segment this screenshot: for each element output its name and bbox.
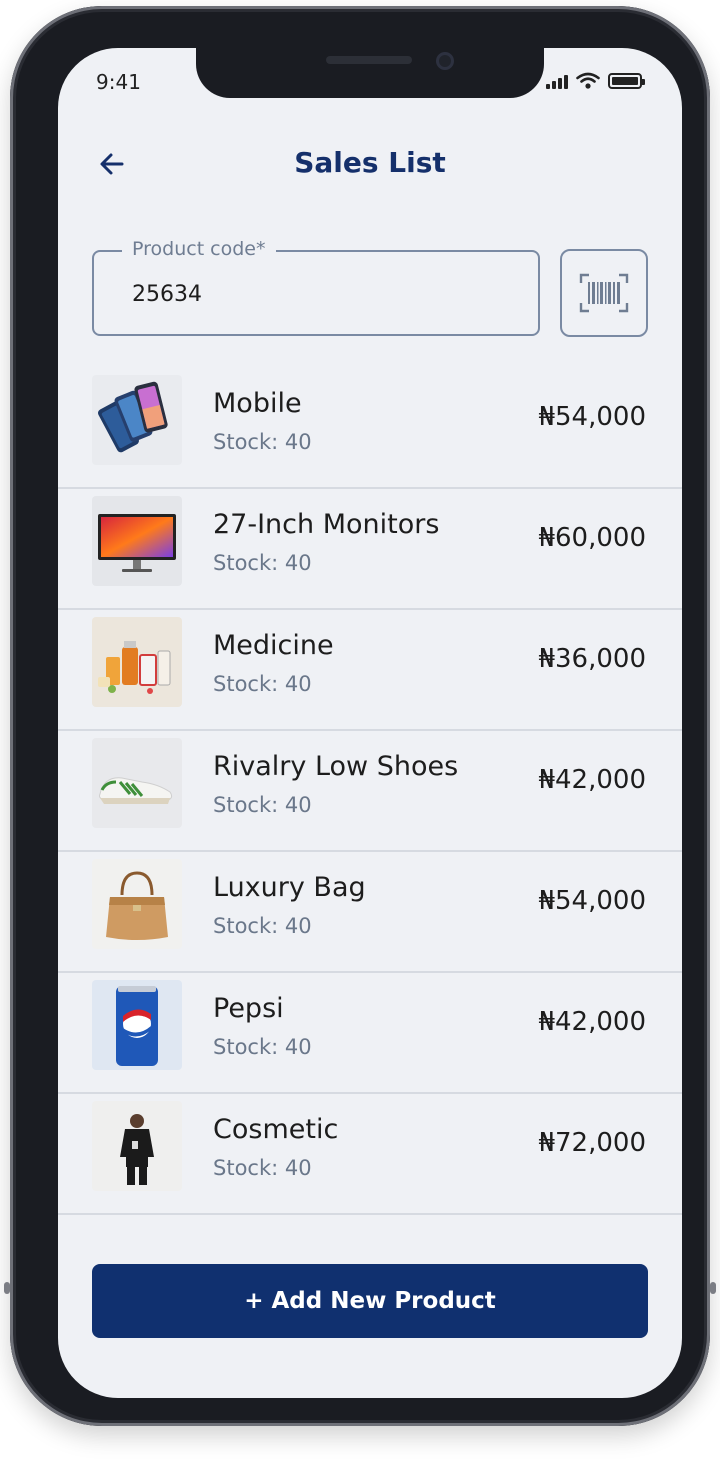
product-price: ₦54,000 (538, 402, 646, 432)
product-name: Cosmetic (213, 1114, 339, 1145)
signal-icon (546, 73, 568, 89)
battery-icon (608, 73, 645, 89)
product-row[interactable]: Medicine Stock: 40 ₦36,000 (58, 610, 682, 731)
status-time: 9:41 (96, 70, 141, 94)
product-row[interactable]: Rivalry Low Shoes Stock: 40 ₦42,000 (58, 731, 682, 852)
product-code-label: Product code* (122, 238, 276, 260)
page-title: Sales List (294, 146, 446, 179)
product-stock: Stock: 40 (213, 430, 312, 454)
product-row[interactable]: Cosmetic Stock: 40 ₦72,000 (58, 1094, 682, 1215)
add-new-product-button[interactable]: + Add New Product (92, 1264, 648, 1338)
product-row[interactable]: 27-Inch Monitors Stock: 40 ₦60,000 (58, 489, 682, 610)
product-row[interactable]: Pepsi Stock: 40 ₦42,000 (58, 973, 682, 1094)
product-stock: Stock: 40 (213, 793, 312, 817)
product-code-input[interactable] (132, 278, 512, 310)
product-price: ₦42,000 (538, 1007, 646, 1037)
product-price: ₦36,000 (538, 644, 646, 674)
notch (196, 48, 544, 98)
product-row[interactable]: Luxury Bag Stock: 40 ₦54,000 (58, 852, 682, 973)
product-price: ₦72,000 (538, 1128, 646, 1158)
product-stock: Stock: 40 (213, 551, 312, 575)
product-price: ₦54,000 (538, 886, 646, 916)
product-name: Mobile (213, 388, 302, 419)
barcode-scan-icon (579, 273, 629, 313)
side-button (710, 1282, 716, 1294)
speaker (326, 56, 412, 64)
product-stock: Stock: 40 (213, 1156, 312, 1180)
product-price: ₦60,000 (538, 523, 646, 553)
pepsi-can-image (92, 980, 182, 1070)
camera (436, 52, 454, 70)
product-row[interactable]: Mobile Stock: 40 ₦54,000 (58, 368, 682, 489)
side-button (4, 1282, 10, 1294)
product-price: ₦42,000 (538, 765, 646, 795)
app-screen: 9:41 Sales List Product code* 25634 Mobi… (58, 48, 682, 1398)
product-name: Pepsi (213, 993, 284, 1024)
product-stock: Stock: 40 (213, 1035, 312, 1059)
product-list: Mobile Stock: 40 ₦54,000 27-Inch Monitor… (58, 368, 682, 1215)
status-icons (546, 72, 645, 89)
barcode-scan-button[interactable] (560, 249, 648, 337)
medicine-image (92, 617, 182, 707)
product-stock: Stock: 40 (213, 914, 312, 938)
phone-frame: 9:41 Sales List Product code* 25634 Mobi… (4, 6, 716, 1426)
mobile-phones-image (92, 375, 182, 465)
product-name: Medicine (213, 630, 334, 661)
cosmetic-image (92, 1101, 182, 1191)
bag-image (92, 859, 182, 949)
product-code-field[interactable]: Product code* (92, 238, 540, 336)
app-header: Sales List (58, 138, 682, 188)
product-stock: Stock: 40 (213, 672, 312, 696)
product-name: Luxury Bag (213, 872, 366, 903)
monitor-image (92, 496, 182, 586)
shoes-image (92, 738, 182, 828)
wifi-icon (576, 72, 600, 89)
product-name: Rivalry Low Shoes (213, 751, 459, 782)
product-name: 27-Inch Monitors (213, 509, 440, 540)
